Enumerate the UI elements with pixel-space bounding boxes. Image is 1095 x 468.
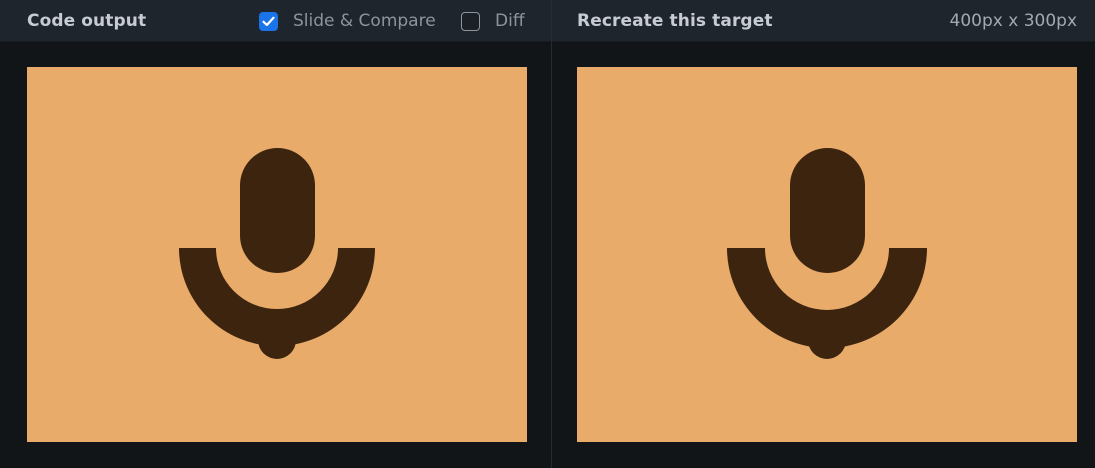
diff-toggle[interactable]: Diff	[461, 10, 525, 32]
microphone-icon	[727, 148, 927, 359]
target-panel: Recreate this target 400px x 300px	[552, 0, 1095, 468]
code-output-panel: Code output Slide & Compare Diff	[0, 0, 551, 468]
code-output-canvas[interactable]	[27, 67, 527, 442]
checkmark-icon	[262, 16, 275, 26]
slide-compare-toggle[interactable]: Slide & Compare	[259, 10, 436, 32]
target-title: Recreate this target	[577, 11, 773, 31]
app-root: Code output Slide & Compare Diff Recreat…	[0, 0, 1095, 468]
diff-checkbox[interactable]	[461, 11, 480, 31]
code-output-header: Code output Slide & Compare Diff	[0, 0, 551, 42]
microphone-icon	[179, 148, 375, 359]
code-output-title: Code output	[27, 11, 147, 31]
slide-compare-label[interactable]: Slide & Compare	[293, 11, 436, 31]
slide-compare-checkbox[interactable]	[259, 11, 278, 31]
target-dimensions: 400px x 300px	[949, 11, 1077, 31]
diff-label[interactable]: Diff	[495, 11, 525, 31]
target-canvas	[577, 67, 1077, 442]
target-header: Recreate this target 400px x 300px	[552, 0, 1095, 42]
